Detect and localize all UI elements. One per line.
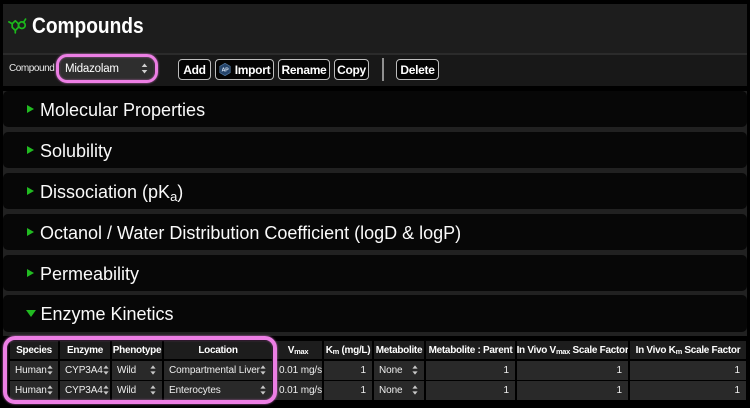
- svg-text:AP: AP: [221, 67, 229, 73]
